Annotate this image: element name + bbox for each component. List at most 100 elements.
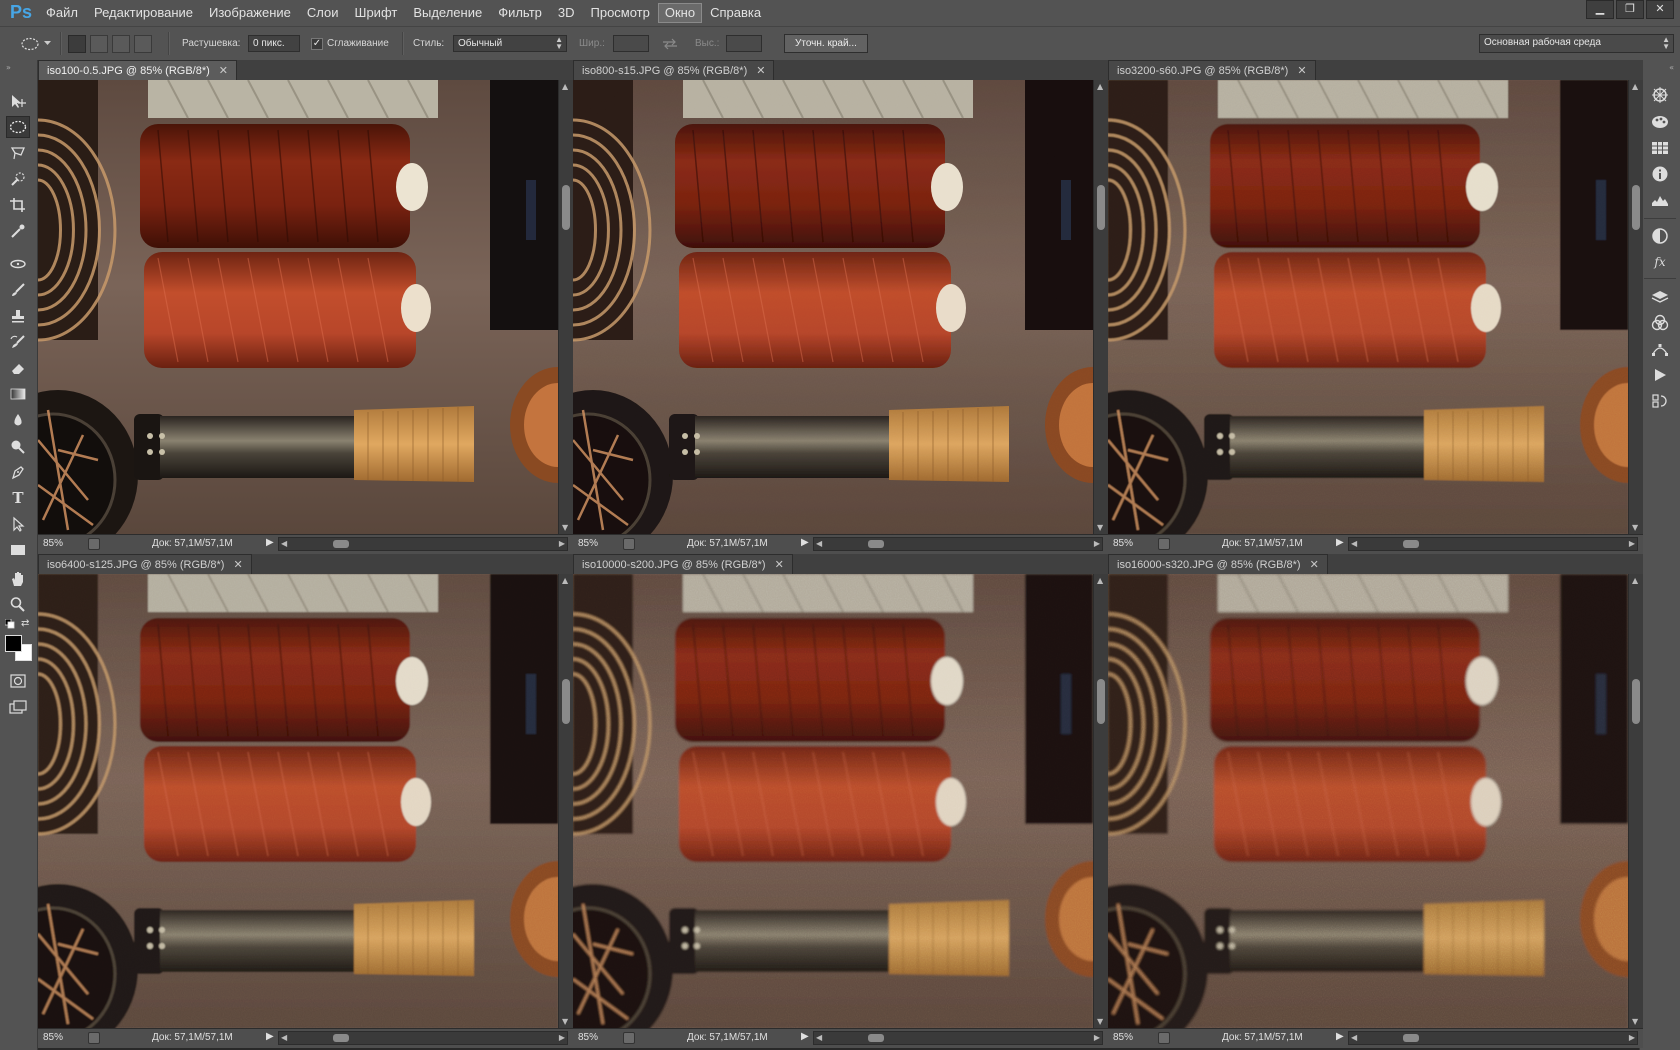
vertical-scrollbar[interactable]: ▲ ▼ bbox=[1093, 574, 1108, 1028]
refine-edge-button[interactable]: Уточн. край... bbox=[784, 34, 868, 53]
scroll-thumb[interactable] bbox=[868, 1034, 884, 1042]
swatches-panel-button[interactable] bbox=[1648, 110, 1672, 134]
subtract-from-selection-button[interactable] bbox=[112, 34, 130, 53]
image-canvas[interactable] bbox=[38, 574, 558, 1028]
vertical-scrollbar[interactable]: ▲ ▼ bbox=[1093, 80, 1108, 534]
share-icon[interactable] bbox=[1158, 538, 1170, 550]
zoom-level[interactable]: 85% bbox=[1113, 1032, 1133, 1043]
scroll-left-icon[interactable]: ◀ bbox=[816, 1032, 822, 1044]
scroll-up-icon[interactable]: ▲ bbox=[1097, 576, 1103, 585]
zoom-level[interactable]: 85% bbox=[1113, 538, 1133, 549]
color-panel-button[interactable] bbox=[1648, 83, 1672, 107]
vertical-scrollbar[interactable]: ▲ ▼ bbox=[1628, 574, 1643, 1028]
add-to-selection-button[interactable] bbox=[90, 34, 108, 53]
close-icon[interactable]: ✕ bbox=[756, 64, 765, 77]
scroll-up-icon[interactable]: ▲ bbox=[562, 82, 568, 91]
antialias-checkbox[interactable]: ✓ Сглаживание bbox=[311, 27, 389, 60]
layer-styles-panel-button[interactable]: fx bbox=[1648, 250, 1672, 274]
share-icon[interactable] bbox=[623, 538, 635, 550]
status-menu-icon[interactable]: ▶ bbox=[266, 537, 274, 548]
menu-layers[interactable]: Слои bbox=[299, 0, 347, 26]
scroll-up-icon[interactable]: ▲ bbox=[1097, 82, 1103, 91]
menu-type[interactable]: Шрифт bbox=[347, 0, 406, 26]
vertical-scrollbar[interactable]: ▲ ▼ bbox=[1628, 80, 1643, 534]
rectangle-tool[interactable] bbox=[6, 539, 30, 561]
adjustments-panel-button[interactable] bbox=[1648, 224, 1672, 248]
channels-panel-button[interactable] bbox=[1648, 311, 1672, 335]
scroll-up-icon[interactable]: ▲ bbox=[1632, 82, 1638, 91]
horizontal-scrollbar[interactable]: ◀ ▶ bbox=[1348, 537, 1638, 551]
document-tab-1[interactable]: iso100-0.5.JPG @ 85% (RGB/8*) ✕ bbox=[38, 60, 238, 80]
scroll-thumb[interactable] bbox=[1632, 185, 1640, 230]
scroll-thumb[interactable] bbox=[562, 185, 570, 230]
tool-preset-picker[interactable] bbox=[20, 27, 51, 60]
scroll-left-icon[interactable]: ◀ bbox=[1351, 1032, 1357, 1044]
image-canvas[interactable] bbox=[38, 80, 558, 534]
share-icon[interactable] bbox=[623, 1032, 635, 1044]
histogram-panel-button[interactable] bbox=[1648, 188, 1672, 212]
scroll-right-icon[interactable]: ▶ bbox=[1629, 538, 1635, 550]
default-colors-icon[interactable] bbox=[4, 618, 15, 632]
scroll-right-icon[interactable]: ▶ bbox=[559, 538, 565, 550]
screen-mode-button[interactable] bbox=[6, 696, 30, 718]
paths-panel-button[interactable] bbox=[1648, 337, 1672, 361]
menu-filter[interactable]: Фильтр bbox=[490, 0, 550, 26]
close-icon[interactable]: ✕ bbox=[1297, 64, 1306, 77]
style-select[interactable]: Обычный ▲ ▼ bbox=[453, 35, 567, 52]
quick-mask-button[interactable] bbox=[6, 670, 30, 692]
document-tab-2[interactable]: iso800-s15.JPG @ 85% (RGB/8*) ✕ bbox=[573, 60, 775, 80]
horizontal-scrollbar[interactable]: ◀ ▶ bbox=[278, 537, 568, 551]
scroll-right-icon[interactable]: ▶ bbox=[1629, 1032, 1635, 1044]
menu-help[interactable]: Справка bbox=[702, 0, 769, 26]
move-tool[interactable] bbox=[6, 90, 30, 112]
menu-file[interactable]: Файл bbox=[38, 0, 86, 26]
close-icon[interactable]: ✕ bbox=[775, 558, 784, 571]
menu-view[interactable]: Просмотр bbox=[583, 0, 658, 26]
close-icon[interactable]: ✕ bbox=[219, 64, 228, 77]
scroll-up-icon[interactable]: ▲ bbox=[562, 576, 568, 585]
pen-tool[interactable] bbox=[6, 461, 30, 483]
zoom-level[interactable]: 85% bbox=[43, 538, 63, 549]
scroll-right-icon[interactable]: ▶ bbox=[1094, 1032, 1100, 1044]
expand-panels-icon[interactable]: « bbox=[1669, 63, 1674, 72]
scroll-thumb[interactable] bbox=[333, 1034, 349, 1042]
image-canvas[interactable] bbox=[1108, 574, 1628, 1028]
brush-tool[interactable] bbox=[6, 279, 30, 301]
scroll-thumb[interactable] bbox=[868, 540, 884, 548]
scroll-thumb[interactable] bbox=[1403, 1034, 1419, 1042]
vertical-scrollbar[interactable]: ▲ ▼ bbox=[558, 80, 573, 534]
status-menu-icon[interactable]: ▶ bbox=[266, 1031, 274, 1042]
scroll-left-icon[interactable]: ◀ bbox=[281, 1032, 287, 1044]
close-button[interactable]: ✕ bbox=[1646, 0, 1674, 19]
gradient-tool[interactable] bbox=[6, 383, 30, 405]
close-icon[interactable]: ✕ bbox=[1310, 558, 1319, 571]
horizontal-scrollbar[interactable]: ◀ ▶ bbox=[813, 1031, 1103, 1045]
horizontal-scrollbar[interactable]: ◀ ▶ bbox=[278, 1031, 568, 1045]
status-menu-icon[interactable]: ▶ bbox=[1336, 537, 1344, 548]
collapse-icon[interactable]: » bbox=[6, 63, 11, 72]
history-brush-tool[interactable] bbox=[6, 331, 30, 353]
scroll-up-icon[interactable]: ▲ bbox=[1632, 576, 1638, 585]
share-icon[interactable] bbox=[1158, 1032, 1170, 1044]
crop-tool[interactable] bbox=[6, 194, 30, 216]
lasso-tool[interactable] bbox=[6, 142, 30, 164]
image-canvas[interactable] bbox=[573, 80, 1093, 534]
scroll-left-icon[interactable]: ◀ bbox=[281, 538, 287, 550]
menu-window[interactable]: Окно bbox=[657, 3, 703, 23]
zoom-level[interactable]: 85% bbox=[578, 1032, 598, 1043]
dodge-tool[interactable] bbox=[6, 435, 30, 457]
actions-panel-button[interactable] bbox=[1648, 363, 1672, 387]
new-selection-button[interactable] bbox=[68, 34, 86, 53]
workspace-select[interactable]: Основная рабочая среда ▲ ▼ bbox=[1479, 34, 1674, 53]
scroll-thumb[interactable] bbox=[1632, 679, 1640, 724]
zoom-level[interactable]: 85% bbox=[578, 538, 598, 549]
scroll-thumb[interactable] bbox=[1097, 679, 1105, 724]
document-tab-3[interactable]: iso3200-s60.JPG @ 85% (RGB/8*) ✕ bbox=[1108, 60, 1316, 80]
scroll-down-icon[interactable]: ▼ bbox=[1632, 1017, 1638, 1026]
zoom-level[interactable]: 85% bbox=[43, 1032, 63, 1043]
horizontal-scrollbar[interactable]: ◀ ▶ bbox=[1348, 1031, 1638, 1045]
scroll-down-icon[interactable]: ▼ bbox=[562, 523, 568, 532]
swap-colors-icon[interactable]: ⇄ bbox=[21, 618, 29, 629]
scroll-down-icon[interactable]: ▼ bbox=[562, 1017, 568, 1026]
scroll-left-icon[interactable]: ◀ bbox=[816, 538, 822, 550]
